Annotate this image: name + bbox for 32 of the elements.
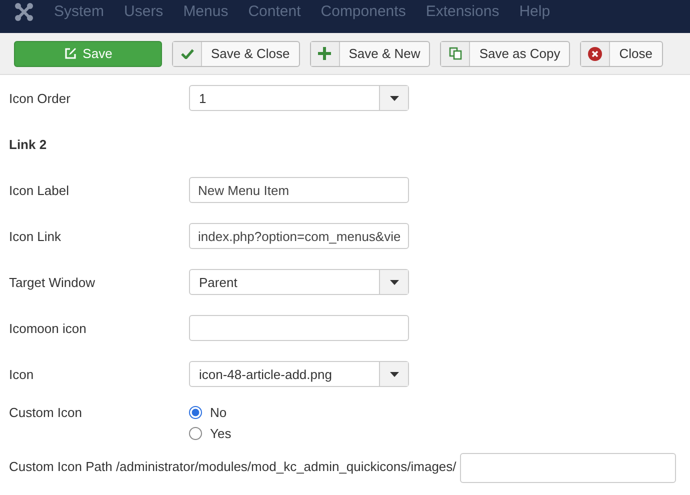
dropdown[interactable]: 1: [189, 85, 409, 111]
caret-icon: [390, 372, 398, 376]
edit-icon: [64, 47, 77, 60]
check-icon: [180, 48, 194, 59]
dropdown[interactable]: icon-48-article-add.png: [189, 361, 409, 387]
toolbar-button[interactable]: Close: [580, 40, 662, 66]
radio-option[interactable]: Yes: [189, 426, 232, 441]
dropdown[interactable]: Parent: [189, 269, 409, 295]
toolbar-button[interactable]: Save & New: [310, 40, 430, 66]
field-label: Icon Link: [9, 228, 62, 244]
radio-button[interactable]: [189, 427, 202, 440]
radio-button[interactable]: [189, 406, 202, 419]
field-label: Icon Order: [9, 90, 72, 106]
field-label: Custom Icon: [9, 405, 83, 420]
plus-icon: [318, 47, 332, 60]
input-field[interactable]: New Menu Item: [189, 177, 409, 203]
field-label: Icon: [9, 366, 35, 382]
field-label: Icon Label: [9, 182, 70, 198]
copy-icon: [448, 47, 462, 60]
input-field[interactable]: [189, 315, 409, 341]
section-heading: Link 2: [9, 136, 47, 152]
toolbar-button[interactable]: Save as Copy: [440, 40, 570, 66]
toolbar-button[interactable]: Save & Close: [172, 40, 300, 66]
field-label: Icomoon icon: [9, 320, 88, 336]
cancel-icon: [588, 46, 602, 60]
caret-icon: [390, 280, 398, 284]
field-label: Custom Icon Path /administrator/modules/mod_kc_admin_quickicons/images/: [9, 459, 456, 474]
input-field[interactable]: [460, 453, 676, 483]
input-field[interactable]: index.php?option=com_menus&vie: [189, 223, 409, 249]
field-label: Target Window: [9, 274, 96, 290]
caret-icon: [390, 96, 398, 100]
radio-option[interactable]: No: [189, 405, 232, 420]
